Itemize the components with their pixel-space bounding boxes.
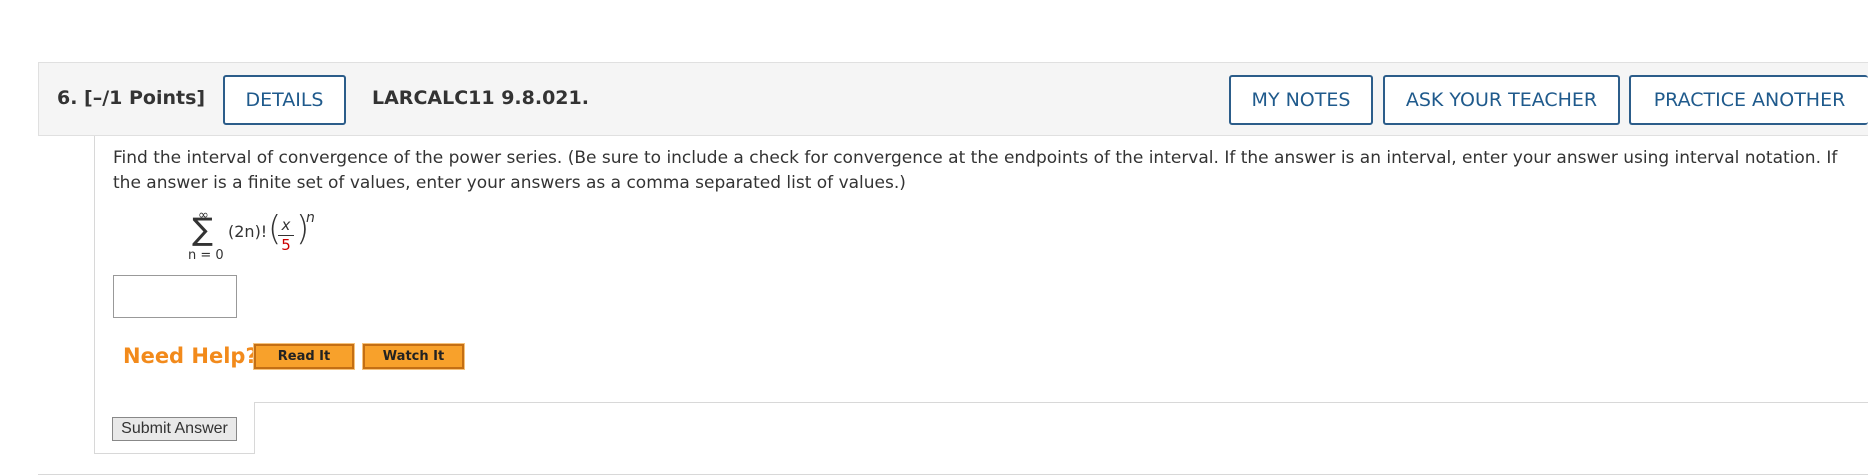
practice-another-button[interactable]: PRACTICE ANOTHER (1629, 75, 1868, 125)
question-code: LARCALC11 9.8.021. (372, 87, 589, 109)
sum-lower-limit: n = 0 (188, 248, 224, 263)
need-help-label: Need Help? (123, 344, 258, 368)
watch-it-button[interactable]: Watch It (362, 343, 465, 370)
series-fraction: x 5 (278, 217, 294, 254)
series-factorial-term: (2n)! (228, 222, 268, 241)
submit-answer-button[interactable]: Submit Answer (112, 417, 237, 441)
question-prompt: Find the interval of convergence of the … (113, 148, 1838, 193)
content-border-bottom (94, 453, 255, 454)
fraction-numerator: x (281, 216, 291, 234)
ask-your-teacher-button[interactable]: ASK YOUR TEACHER (1383, 75, 1620, 125)
submit-area-border-left (254, 402, 255, 454)
content-border-left (94, 136, 95, 454)
answer-input[interactable] (113, 275, 237, 318)
question-number-points: 6. [–/1 Points] (57, 87, 206, 109)
read-it-button[interactable]: Read It (253, 343, 355, 370)
fraction-denominator: 5 (281, 236, 291, 254)
power-series-expression: ∞ ∑ n = 0 (2n)! ( x 5 ) n (180, 208, 340, 268)
my-notes-button[interactable]: MY NOTES (1229, 75, 1373, 125)
submit-area-border-top (254, 402, 1868, 403)
summation-icon: ∑ (192, 212, 213, 248)
details-button[interactable]: DETAILS (223, 75, 346, 125)
series-exponent: n (306, 210, 315, 226)
